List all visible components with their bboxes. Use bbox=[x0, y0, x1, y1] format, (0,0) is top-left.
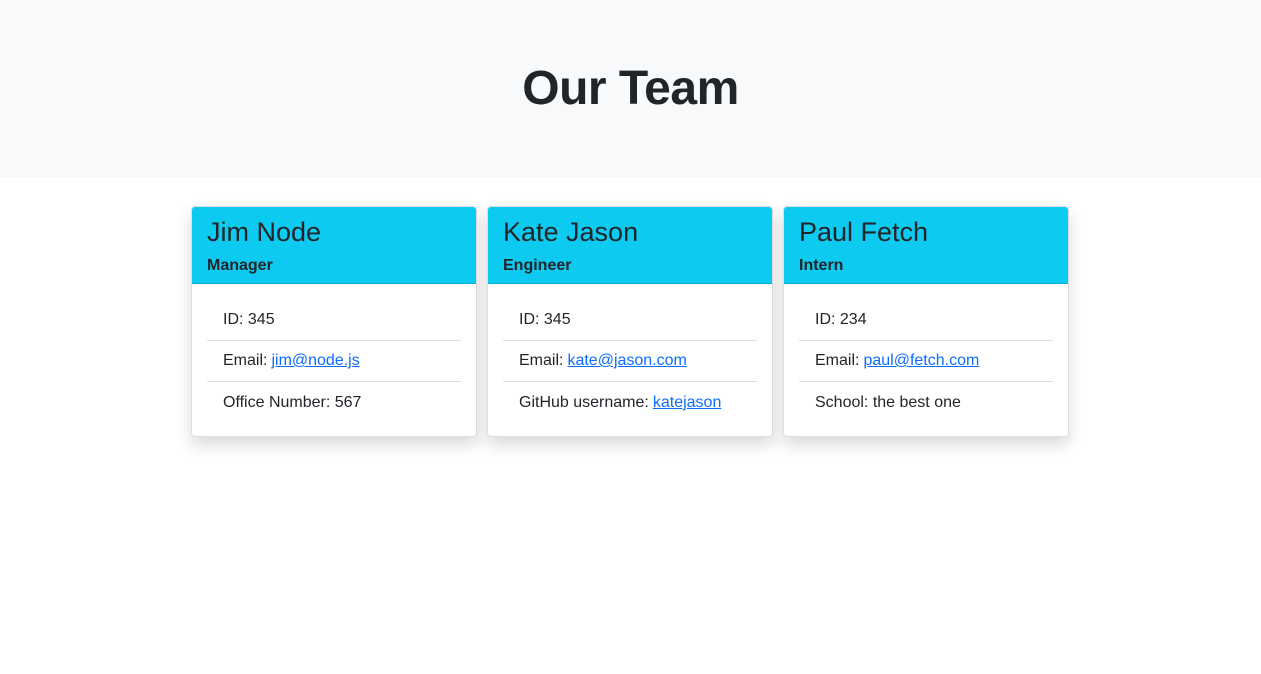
member-details: ID: 345 Email: jim@node.js Office Number… bbox=[207, 300, 461, 423]
team-card-manager: Jim Node Manager ID: 345 Email: jim@node… bbox=[191, 206, 477, 437]
member-email: Email: kate@jason.com bbox=[503, 341, 757, 382]
member-id: ID: 345 bbox=[503, 300, 757, 341]
member-school: School: the best one bbox=[815, 393, 961, 411]
page-title: Our Team bbox=[522, 62, 739, 115]
member-name: Paul Fetch bbox=[799, 217, 929, 247]
member-office-number: Office Number: 567 bbox=[223, 393, 362, 411]
card-body: ID: 234 Email: paul@fetch.com School: th… bbox=[784, 284, 1068, 423]
email-link[interactable]: paul@fetch.com bbox=[863, 352, 979, 370]
member-id: ID: 345 bbox=[207, 300, 461, 341]
email-link[interactable]: kate@jason.com bbox=[567, 352, 686, 370]
card-body: ID: 345 Email: kate@jason.com GitHub use… bbox=[488, 284, 772, 423]
member-email: Email: jim@node.js bbox=[207, 341, 461, 382]
member-github: GitHub username: katejason bbox=[519, 393, 722, 412]
member-details: ID: 345 Email: kate@jason.com GitHub use… bbox=[503, 300, 757, 423]
card-header: Kate Jason Engineer bbox=[488, 207, 772, 284]
hero-banner: Our Team bbox=[0, 0, 1261, 177]
team-cards: Jim Node Manager ID: 345 Email: jim@node… bbox=[191, 206, 1069, 437]
card-header: Paul Fetch Intern bbox=[784, 207, 1068, 284]
member-email: Email: paul@fetch.com bbox=[799, 341, 1053, 382]
member-role: Manager bbox=[207, 257, 273, 274]
member-name: Jim Node bbox=[207, 217, 322, 247]
github-link[interactable]: katejason bbox=[653, 394, 722, 412]
member-role: Engineer bbox=[503, 257, 572, 274]
card-header: Jim Node Manager bbox=[192, 207, 476, 284]
member-id: ID: 234 bbox=[799, 300, 1053, 341]
team-card-engineer: Kate Jason Engineer ID: 345 Email: kate@… bbox=[487, 206, 773, 437]
member-role: Intern bbox=[799, 257, 844, 274]
member-name: Kate Jason bbox=[503, 217, 639, 247]
team-card-intern: Paul Fetch Intern ID: 234 Email: paul@fe… bbox=[783, 206, 1069, 437]
email-link[interactable]: jim@node.js bbox=[271, 352, 359, 370]
member-details: ID: 234 Email: paul@fetch.com School: th… bbox=[799, 300, 1053, 423]
card-body: ID: 345 Email: jim@node.js Office Number… bbox=[192, 284, 476, 423]
